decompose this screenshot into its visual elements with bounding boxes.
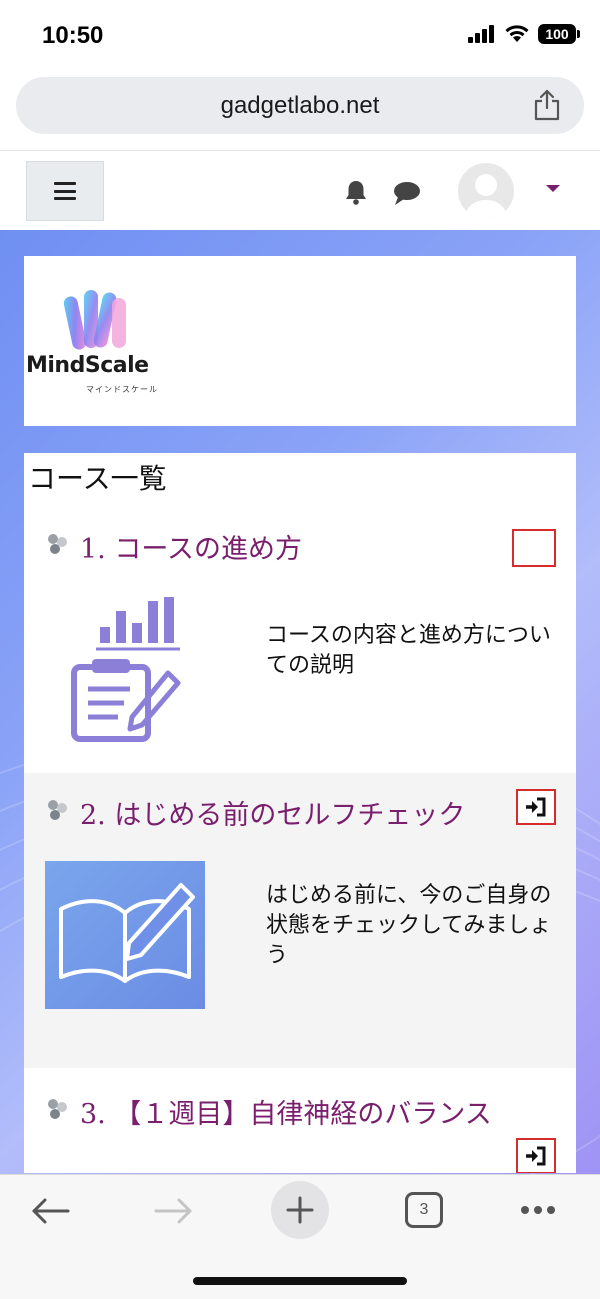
forward-arrow-icon[interactable] xyxy=(154,1197,194,1225)
sign-in-icon xyxy=(526,797,546,817)
logo-card: MindScale マインドスケール xyxy=(24,256,576,426)
status-bar: 10:50 100 xyxy=(0,0,600,70)
logo-subtext: マインドスケール xyxy=(86,385,158,394)
completion-checkbox[interactable] xyxy=(512,529,556,567)
tab-count-button[interactable]: 3 xyxy=(405,1192,443,1228)
book-pencil-thumbnail xyxy=(45,861,205,1009)
share-icon[interactable] xyxy=(532,89,562,121)
section-title-3[interactable]: 3. 【１週目】自律神経のバランス xyxy=(80,1092,492,1131)
avatar[interactable] xyxy=(458,163,514,219)
home-indicator xyxy=(193,1277,407,1285)
site-navbar xyxy=(0,150,600,230)
section-description-1: コースの内容と進め方についての説明 xyxy=(266,623,551,678)
book-pencil-icon xyxy=(59,883,195,983)
status-icons: 100 xyxy=(468,24,580,44)
menu-button[interactable] xyxy=(26,161,104,221)
bell-icon[interactable] xyxy=(342,178,370,206)
hamburger-icon xyxy=(54,182,76,200)
mindscale-logo-mark xyxy=(63,290,126,350)
activity-icon xyxy=(48,534,67,554)
chat-icon[interactable] xyxy=(392,180,422,206)
course-list-heading: コース一覧 xyxy=(28,462,167,495)
signal-icon xyxy=(468,25,494,43)
section-title-1[interactable]: 1. コースの進め方 xyxy=(80,527,302,566)
course-section-2: 2. はじめる前のセルフチェック はじめる前に、今のご自身の状態をチェックしてみ… xyxy=(24,773,576,1068)
user-menu-caret-icon[interactable] xyxy=(546,185,560,192)
section-description-2: はじめる前に、今のご自身の状態をチェックしてみましょう xyxy=(266,883,552,968)
wifi-icon xyxy=(505,25,529,42)
report-clipboard-icon xyxy=(71,597,181,742)
address-bar[interactable]: gadgetlabo.net xyxy=(16,77,584,134)
status-time: 10:50 xyxy=(42,22,104,49)
url-text[interactable]: gadgetlabo.net xyxy=(16,92,584,120)
course-list-card: コース一覧 1. コースの進め方 コースの内容と進め方についての説明 2. はじ… xyxy=(24,453,576,1173)
logo-text: MindScale xyxy=(26,353,149,378)
activity-icon xyxy=(48,1099,67,1119)
new-tab-button[interactable] xyxy=(271,1181,329,1239)
section-title-2[interactable]: 2. はじめる前のセルフチェック xyxy=(80,793,465,832)
battery-indicator: 100 xyxy=(538,24,580,44)
enter-button[interactable] xyxy=(516,789,556,825)
user-icon xyxy=(466,174,506,219)
course-section-3: 3. 【１週目】自律神経のバランス xyxy=(24,1068,576,1173)
course-section-1: 1. コースの進め方 コースの内容と進め方についての説明 xyxy=(24,513,576,773)
plus-icon xyxy=(286,1196,314,1224)
sign-in-icon xyxy=(526,1146,546,1166)
activity-icon xyxy=(48,800,67,820)
enter-button[interactable] xyxy=(516,1138,556,1173)
back-arrow-icon[interactable] xyxy=(30,1197,70,1225)
more-options-icon[interactable] xyxy=(520,1205,556,1215)
